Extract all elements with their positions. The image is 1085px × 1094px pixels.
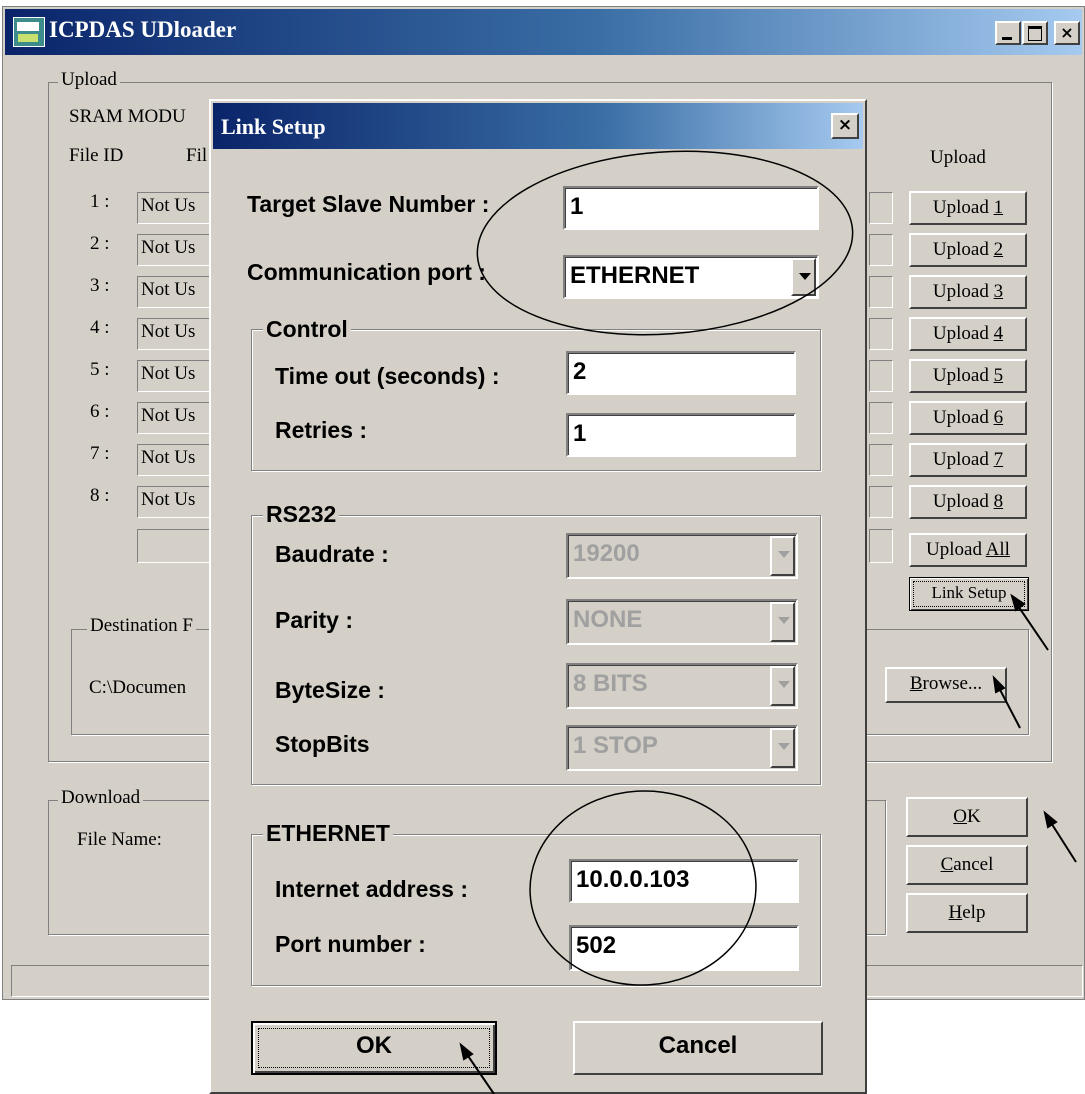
- timeout-input[interactable]: 2: [566, 351, 796, 395]
- upload-button-4[interactable]: Upload 4: [909, 317, 1027, 351]
- cancel-button[interactable]: Cancel: [906, 845, 1028, 885]
- file-size-field: [869, 234, 893, 266]
- rs232-group-label: RS232: [263, 501, 340, 528]
- retries-label: Retries :: [275, 417, 368, 443]
- help-button[interactable]: Help: [906, 893, 1028, 933]
- file-id: 7 :: [90, 443, 110, 464]
- file-size-field: [869, 318, 893, 350]
- upload-all-button[interactable]: Upload All: [909, 533, 1027, 567]
- file-size-field: [869, 402, 893, 434]
- file-status-field: Not Us: [137, 402, 217, 434]
- file-id: 4 :: [90, 317, 110, 338]
- close-icon[interactable]: ×: [1054, 21, 1080, 45]
- baudrate-label: Baudrate :: [275, 541, 389, 567]
- close-icon[interactable]: ×: [831, 113, 859, 139]
- upload-button-3[interactable]: Upload 3: [909, 275, 1027, 309]
- port-number-label: Port number :: [275, 931, 426, 957]
- retries-input[interactable]: 1: [566, 413, 796, 457]
- sram-module-label: SRAM MODU: [69, 106, 186, 127]
- upload-button-6[interactable]: Upload 6: [909, 401, 1027, 435]
- link-setup-button[interactable]: Link Setup: [909, 577, 1029, 611]
- control-group-label: Control: [263, 316, 351, 343]
- chevron-down-icon[interactable]: [791, 258, 816, 296]
- file-id: 5 :: [90, 359, 110, 380]
- chevron-down-icon: [770, 666, 795, 706]
- browse-button[interactable]: Browse...: [885, 667, 1007, 703]
- file-size-field: [869, 192, 893, 224]
- link-setup-dialog: Link Setup × Target Slave Number : 1 Com…: [209, 99, 867, 1094]
- port-number-input[interactable]: 502: [569, 925, 799, 971]
- parity-select: NONE: [566, 599, 798, 645]
- target-slave-input[interactable]: 1: [563, 186, 819, 230]
- file-size-field: [869, 360, 893, 392]
- dialog-title-bar[interactable]: Link Setup ×: [213, 103, 863, 149]
- internet-address-input[interactable]: 10.0.0.103: [569, 859, 799, 903]
- chevron-down-icon: [770, 728, 795, 768]
- upload-header: Upload: [930, 147, 986, 168]
- file-size-field: [869, 444, 893, 476]
- file-size-field: [869, 276, 893, 308]
- file-name-label: File Name:: [77, 829, 162, 850]
- maximize-icon[interactable]: [1022, 21, 1048, 45]
- ok-button[interactable]: OK: [906, 797, 1028, 837]
- file-header: Fil: [186, 145, 208, 166]
- upload-group-label: Upload: [58, 69, 120, 91]
- total-field: [137, 529, 217, 563]
- baudrate-select: 19200: [566, 533, 798, 579]
- target-slave-label: Target Slave Number :: [247, 191, 490, 217]
- upload-button-8[interactable]: Upload 8: [909, 485, 1027, 519]
- upload-button-5[interactable]: Upload 5: [909, 359, 1027, 393]
- internet-address-label: Internet address :: [275, 876, 468, 902]
- dialog-ok-button[interactable]: OK: [251, 1021, 497, 1075]
- file-size-field: [869, 486, 893, 518]
- file-id: 3 :: [90, 275, 110, 296]
- file-id: 6 :: [90, 401, 110, 422]
- bytesize-select: 8 BITS: [566, 663, 798, 709]
- stopbits-label: StopBits: [275, 731, 370, 757]
- comm-port-select[interactable]: ETHERNET: [563, 255, 819, 299]
- stopbits-select: 1 STOP: [566, 725, 798, 771]
- file-status-field: Not Us: [137, 360, 217, 392]
- download-group-label: Download: [58, 787, 144, 809]
- window-title: ICPDAS UDloader: [49, 17, 237, 42]
- dialog-title: Link Setup: [221, 114, 326, 139]
- parity-label: Parity :: [275, 607, 353, 633]
- file-id-header: File ID: [69, 145, 124, 166]
- dialog-cancel-button[interactable]: Cancel: [573, 1021, 823, 1075]
- file-status-field: Not Us: [137, 234, 217, 266]
- file-id: 1 :: [90, 191, 110, 212]
- chevron-down-icon: [770, 536, 795, 576]
- comm-port-label: Communication port :: [247, 259, 486, 285]
- total-size-field: [869, 529, 893, 563]
- ethernet-group-label: ETHERNET: [263, 820, 393, 847]
- file-status-field: Not Us: [137, 486, 217, 518]
- file-status-field: Not Us: [137, 444, 217, 476]
- main-title-bar[interactable]: ICPDAS UDloader ×: [5, 9, 1082, 55]
- file-id: 8 :: [90, 485, 110, 506]
- file-id: 2 :: [90, 233, 110, 254]
- file-status-field: Not Us: [137, 318, 217, 350]
- destination-group-label: Destination F: [87, 615, 196, 637]
- upload-button-7[interactable]: Upload 7: [909, 443, 1027, 477]
- file-status-field: Not Us: [137, 276, 217, 308]
- chevron-down-icon: [770, 602, 795, 642]
- bytesize-label: ByteSize :: [275, 677, 385, 703]
- app-icon: [13, 17, 45, 47]
- upload-button-1[interactable]: Upload 1: [909, 191, 1027, 225]
- minimize-icon[interactable]: [995, 21, 1021, 45]
- timeout-label: Time out (seconds) :: [275, 363, 500, 389]
- upload-button-2[interactable]: Upload 2: [909, 233, 1027, 267]
- destination-path: C:\Documen: [89, 677, 187, 698]
- file-status-field: Not Us: [137, 192, 217, 224]
